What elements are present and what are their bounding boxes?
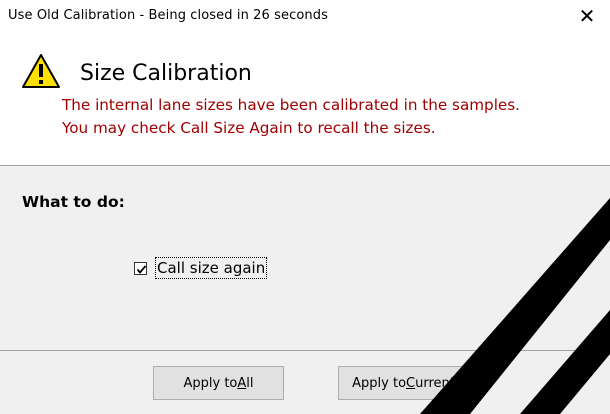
close-icon: ✕: [578, 4, 596, 28]
apply-current-mnemonic: C: [406, 375, 416, 391]
message-line-1: The internal lane sizes have been calibr…: [62, 96, 520, 114]
checkmark-icon: [136, 265, 147, 274]
apply-all-mnemonic: A: [237, 375, 247, 391]
call-size-again-checkbox[interactable]: [134, 262, 147, 275]
apply-current-label-pre: Apply to: [352, 375, 407, 391]
button-panel: [0, 351, 610, 414]
title-bar: Use Old Calibration - Being closed in 26…: [0, 0, 610, 32]
dialog-heading: Size Calibration: [80, 61, 252, 86]
apply-current-label-post: urrent: [415, 375, 455, 391]
apply-to-current-button[interactable]: Apply to Current: [338, 366, 469, 400]
calibration-dialog: Use Old Calibration - Being closed in 26…: [0, 0, 610, 414]
apply-to-all-button[interactable]: Apply to All: [153, 366, 284, 400]
warning-icon: [22, 54, 60, 88]
what-to-do-label: What to do:: [22, 193, 125, 211]
close-button[interactable]: ✕: [564, 0, 610, 32]
window-title: Use Old Calibration - Being closed in 26…: [8, 8, 328, 23]
apply-all-label-pre: Apply to: [183, 375, 238, 391]
call-size-again-label[interactable]: Call size again: [155, 257, 268, 279]
apply-all-label-post: ll: [246, 375, 254, 391]
message-line-2: You may check Call Size Again to recall …: [62, 119, 436, 137]
